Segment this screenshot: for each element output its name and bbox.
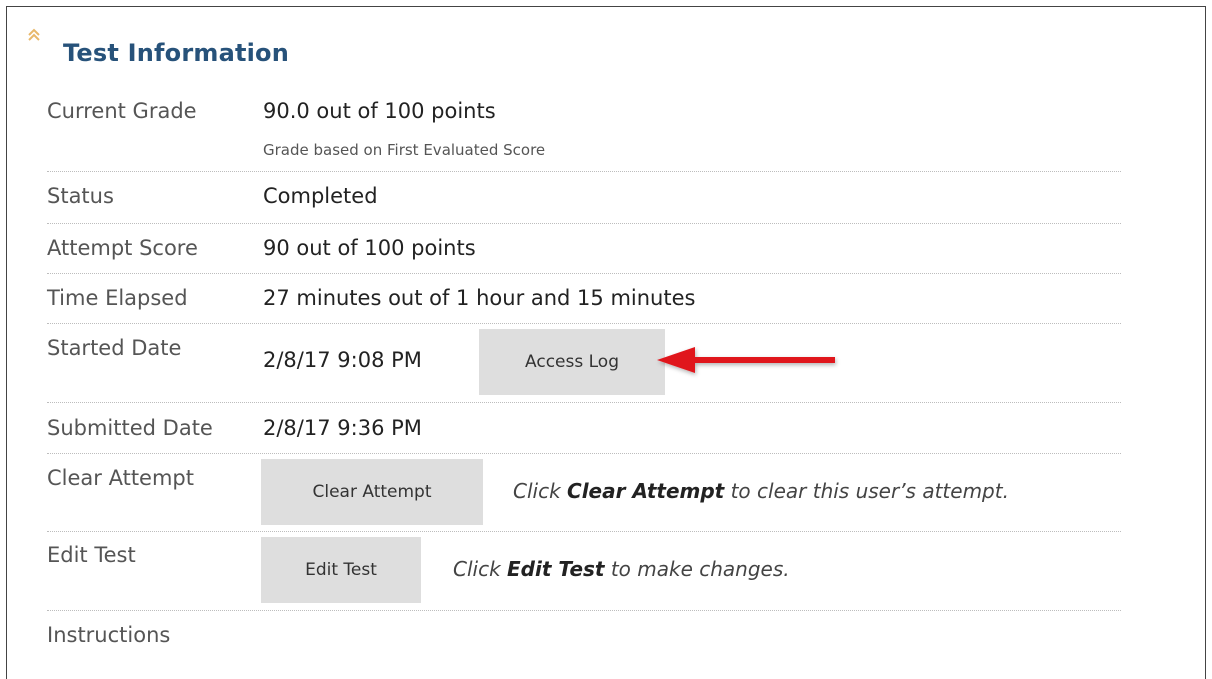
submitted-date-value: 2/8/17 9:36 PM — [263, 416, 422, 440]
time-elapsed-value: 27 minutes out of 1 hour and 15 minutes — [263, 286, 696, 310]
time-elapsed-label: Time Elapsed — [47, 286, 188, 310]
divider — [47, 171, 1121, 172]
clear-attempt-label: Clear Attempt — [47, 466, 194, 490]
attempt-score-label: Attempt Score — [47, 236, 198, 260]
submitted-date-label: Submitted Date — [47, 416, 213, 440]
divider — [47, 610, 1121, 611]
current-grade-label: Current Grade — [47, 99, 197, 123]
instructions-label: Instructions — [47, 623, 171, 647]
divider — [47, 223, 1121, 224]
status-value: Completed — [263, 184, 378, 208]
edit-test-label: Edit Test — [47, 543, 136, 567]
test-information-panel: Test Information Current Grade 90.0 out … — [6, 6, 1206, 679]
clear-attempt-hint: Click Clear Attempt to clear this user’s… — [513, 479, 1009, 503]
divider — [47, 273, 1121, 274]
status-label: Status — [47, 184, 114, 208]
hint-text: to make changes. — [604, 557, 790, 581]
access-log-button[interactable]: Access Log — [479, 329, 665, 395]
section-title: Test Information — [63, 39, 290, 67]
divider — [47, 402, 1121, 403]
clear-attempt-button[interactable]: Clear Attempt — [261, 459, 483, 525]
red-arrow-icon — [657, 347, 835, 373]
hint-emphasis: Edit Test — [507, 557, 605, 581]
divider — [47, 453, 1121, 454]
divider — [47, 323, 1121, 324]
hint-emphasis: Clear Attempt — [567, 479, 725, 503]
edit-test-hint: Click Edit Test to make changes. — [453, 557, 790, 581]
started-date-value: 2/8/17 9:08 PM — [263, 348, 422, 372]
hint-text: Click — [453, 557, 508, 581]
double-chevron-up-icon[interactable] — [27, 27, 41, 43]
current-grade-value: 90.0 out of 100 points — [263, 99, 496, 123]
divider — [47, 531, 1121, 532]
attempt-score-value: 90 out of 100 points — [263, 236, 476, 260]
grade-basis-note: Grade based on First Evaluated Score — [263, 141, 546, 159]
started-date-label: Started Date — [47, 336, 182, 360]
hint-text: Click — [513, 479, 568, 503]
edit-test-button[interactable]: Edit Test — [261, 537, 421, 603]
hint-text: to clear this user’s attempt. — [724, 479, 1009, 503]
